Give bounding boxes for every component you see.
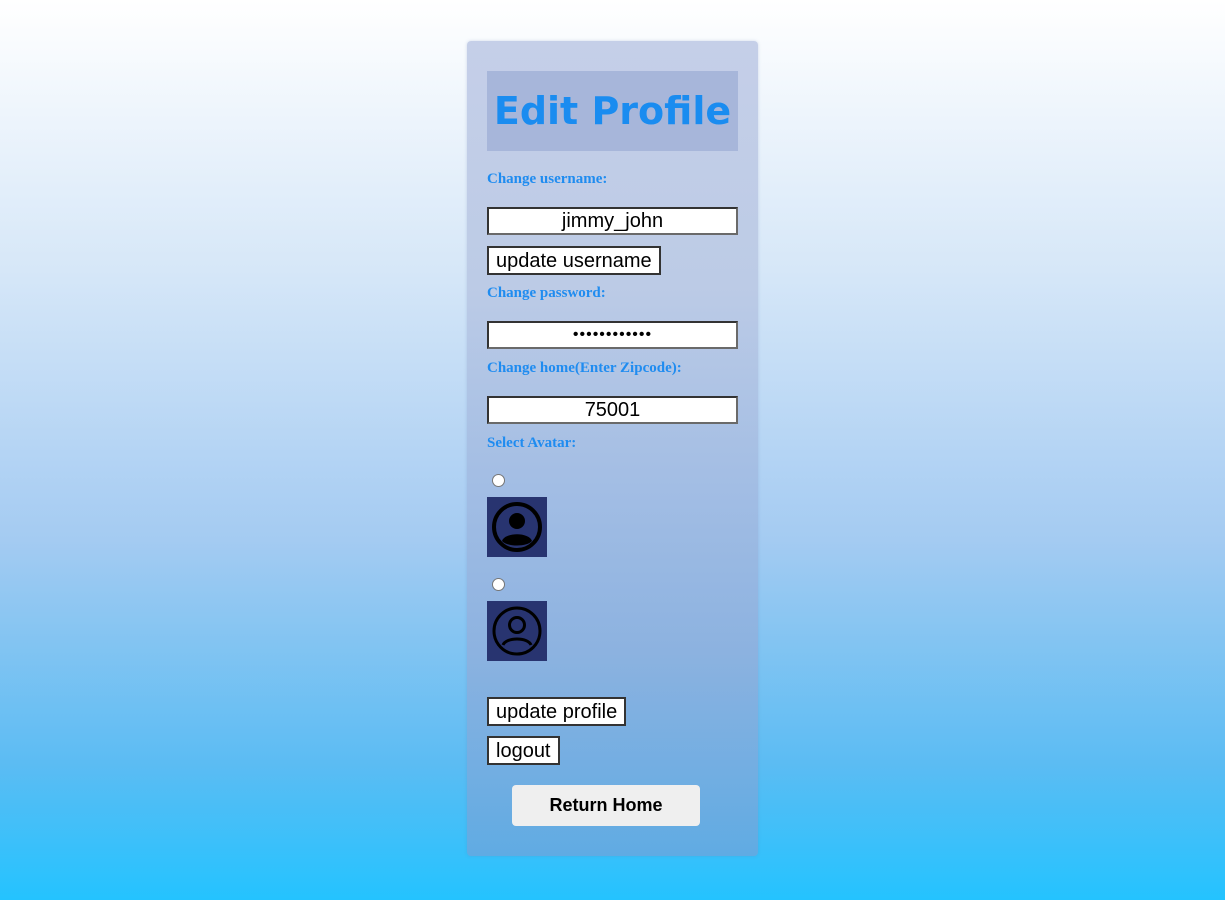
- zipcode-input[interactable]: [487, 396, 738, 424]
- return-home-button[interactable]: Return Home: [512, 785, 700, 826]
- page-title: Edit Profile: [493, 89, 732, 133]
- user-circle-filled-icon: [492, 502, 542, 552]
- avatar-radio-1[interactable]: [492, 474, 505, 487]
- avatar-option-2[interactable]: [487, 601, 547, 661]
- username-input[interactable]: [487, 207, 738, 235]
- update-profile-button[interactable]: update profile: [487, 697, 627, 726]
- password-input[interactable]: [487, 321, 738, 349]
- user-circle-outline-icon: [492, 606, 542, 656]
- avatar-option-1[interactable]: [487, 497, 547, 557]
- update-username-button[interactable]: update username: [487, 246, 661, 275]
- avatar-radio-2[interactable]: [492, 578, 505, 591]
- zipcode-label: Change home(Enter Zipcode):: [487, 360, 682, 376]
- username-label: Change username:: [487, 171, 608, 187]
- edit-profile-card: Edit Profile Change username: update use…: [467, 41, 758, 856]
- avatar-label: Select Avatar:: [487, 435, 577, 451]
- title-banner: Edit Profile: [487, 71, 738, 151]
- password-label: Change password:: [487, 285, 606, 301]
- logout-button[interactable]: logout: [487, 736, 560, 765]
